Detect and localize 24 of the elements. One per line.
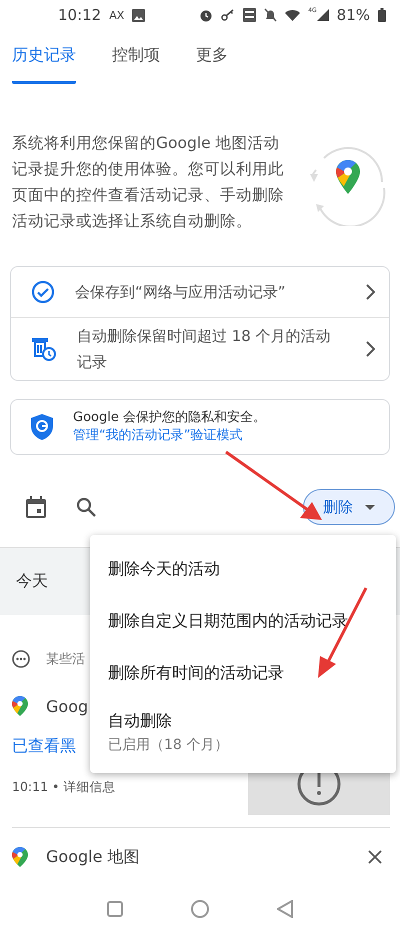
settings-row[interactable]: 自动删除保留时间超过 18 个月的活动记录 — [11, 317, 389, 380]
menu-item[interactable]: 删除自定义日期范围内的活动记录 — [90, 595, 396, 647]
delete-dropdown-button[interactable]: 删除 — [303, 489, 395, 525]
status-time: 10:12 — [58, 6, 102, 24]
app-name: Goog — [46, 696, 88, 716]
settings-row[interactable]: 会保存到“网络与应用活动记录” — [11, 267, 389, 317]
menu-item[interactable]: 删除今天的活动 — [90, 543, 396, 595]
privacy-text: Google 会保护您的隐私和安全。 — [73, 409, 266, 426]
battery-percent: 81% — [336, 6, 370, 24]
tab[interactable]: 更多 — [196, 30, 228, 84]
tab[interactable]: 历史记录 — [12, 30, 76, 84]
settings-text: 自动删除保留时间超过 18 个月的活动记录 — [77, 326, 332, 373]
tab[interactable]: 控制项 — [112, 30, 160, 84]
intro-text: 系统将利用您保留的Google 地图活动记录提升您的使用体验。您可以利用此页面中的控件查看活动记录、手动删除活动记录或选择让系统自动删除。 — [12, 133, 284, 232]
entry-meta: 10:11 • 详细信息 — [12, 778, 116, 796]
day-heading: 今天 — [16, 571, 48, 592]
place-title[interactable]: 已查看黑 — [12, 736, 76, 756]
notice-text: 某些活 — [46, 651, 85, 668]
menu-item[interactable]: 删除所有时间的活动记录 — [90, 647, 396, 699]
verification-link[interactable]: 管理“我的活动记录”验证模式 — [73, 426, 266, 446]
app-name: Google 地图 — [46, 846, 140, 868]
settings-text: 会保存到“网络与应用活动记录” — [75, 282, 287, 303]
status-carrier: AX — [109, 8, 124, 22]
menu-item[interactable]: 自动删除 已启用（18 个月） — [90, 699, 396, 765]
